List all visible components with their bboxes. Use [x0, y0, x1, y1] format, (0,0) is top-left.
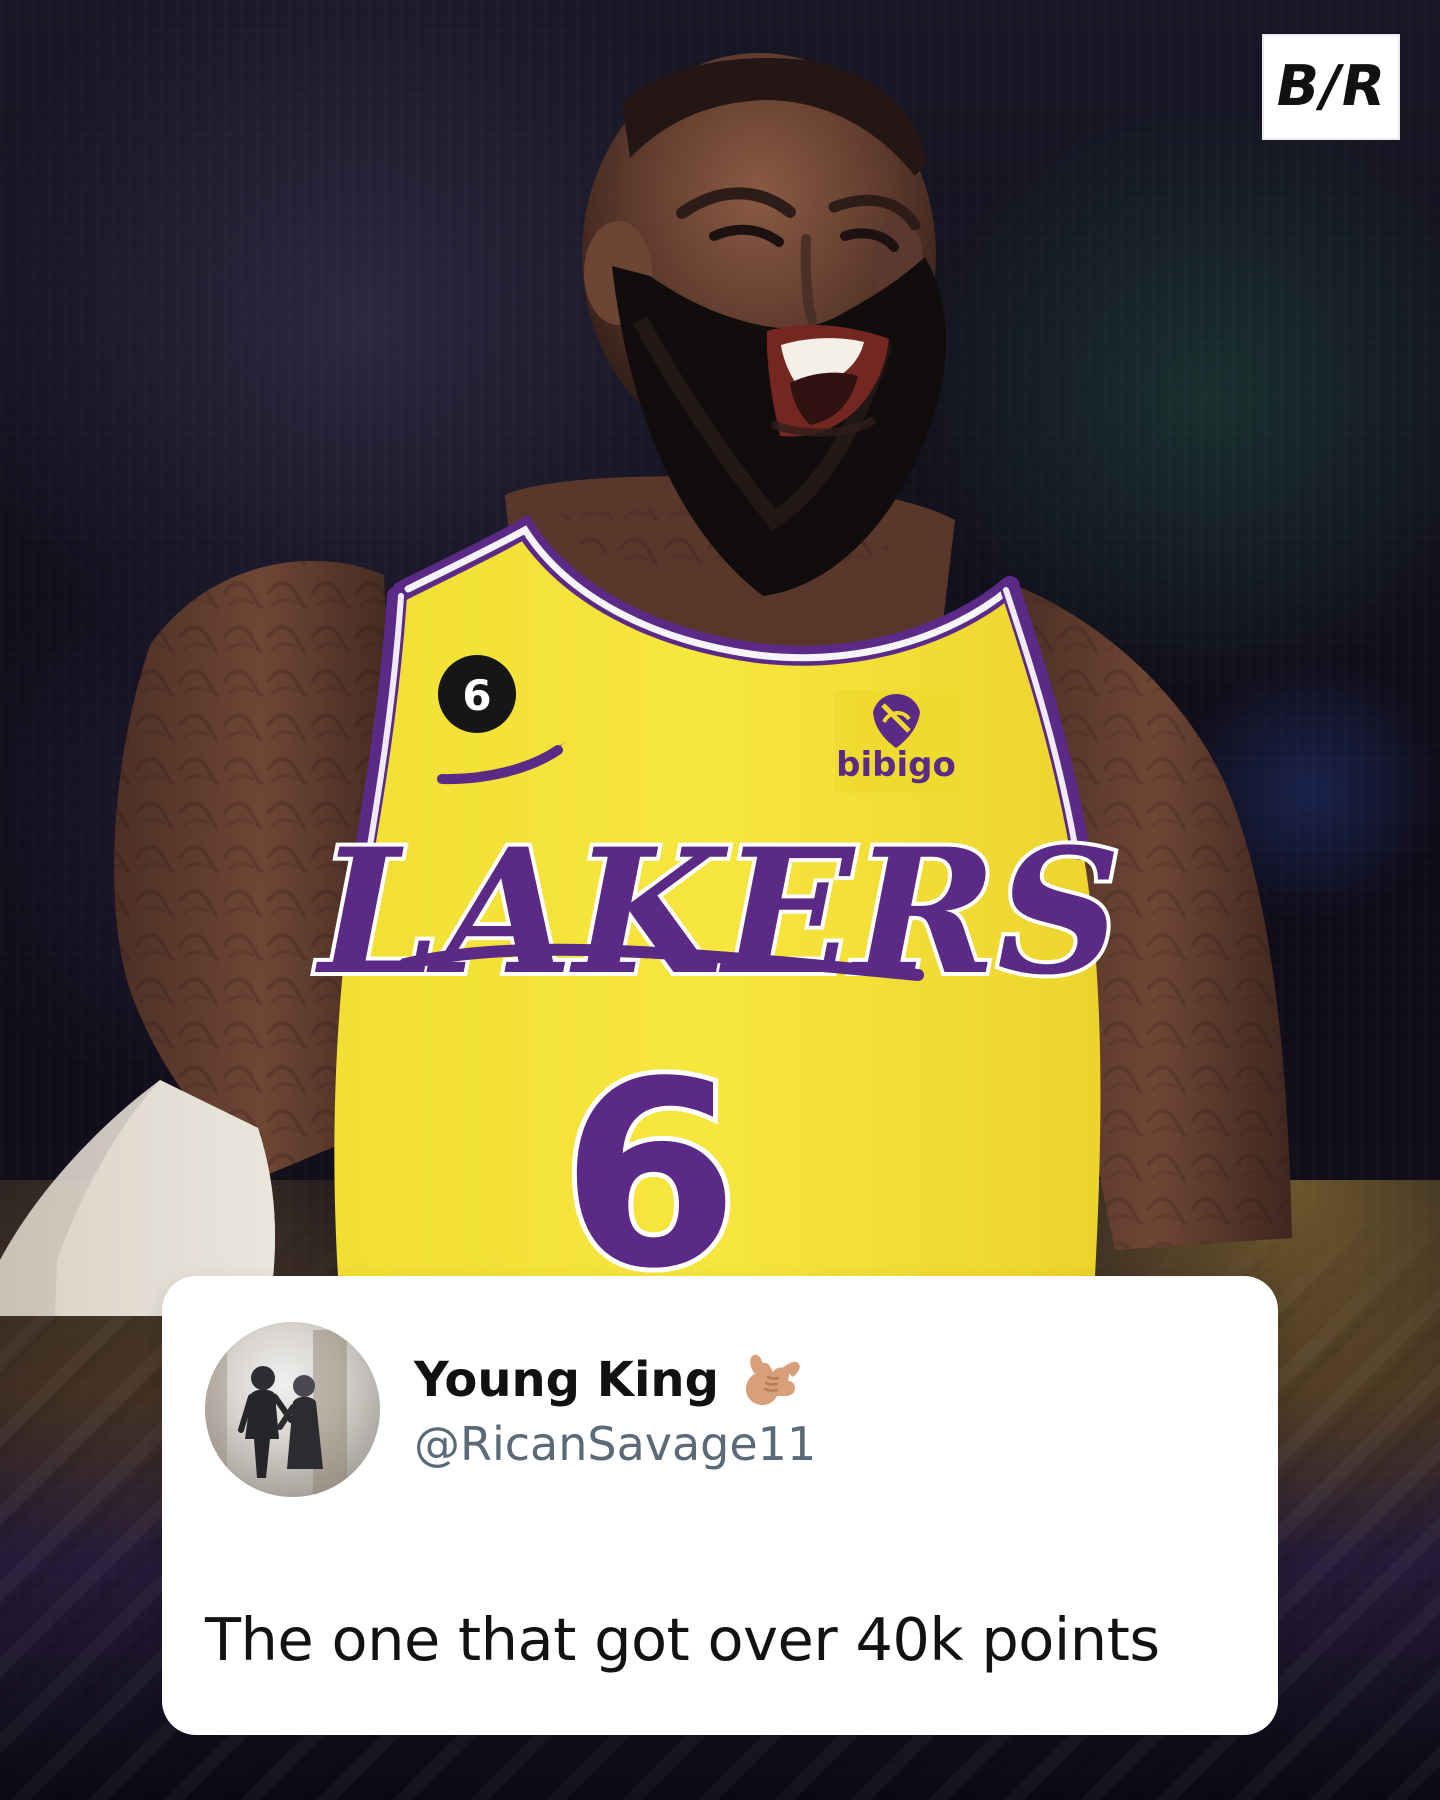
call-me-hand-icon	[745, 1354, 800, 1405]
user-handle: @RicanSavage11	[414, 1417, 817, 1471]
couple-photo-avatar-icon	[205, 1322, 380, 1497]
jersey-patch-number: 6	[462, 671, 491, 720]
social-post-graphic: B/R 6 bibigo LAKERS 6 Young King @RicanS…	[0, 0, 1440, 1800]
tweet-text: The one that got over 40k points	[205, 1605, 1160, 1674]
jersey-team-name: LAKERS	[314, 810, 1121, 1013]
tweet-card: Young King @RicanSavage11 The one that g…	[162, 1276, 1278, 1735]
sponsor-text: bibigo	[836, 745, 956, 785]
user-name-row: Young King	[414, 1344, 807, 1416]
avatar	[205, 1322, 380, 1497]
sponsor-patch: bibigo	[835, 690, 961, 793]
display-name: Young King	[414, 1352, 719, 1408]
